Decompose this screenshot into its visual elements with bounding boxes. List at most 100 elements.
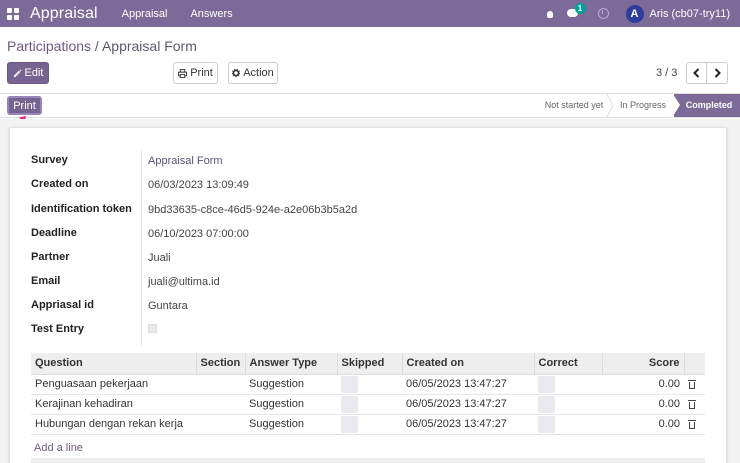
print-status-label: Print [13, 99, 36, 112]
menu-answers[interactable]: Answers [190, 8, 232, 20]
cell-question: Penguasaan pekerjaan [31, 374, 196, 395]
pencil-icon [13, 68, 22, 77]
print-button[interactable]: Print [173, 62, 218, 84]
label-appraisal-id: Appriasal id [31, 299, 94, 311]
cell-answer-type: Suggestion [245, 414, 337, 435]
status-bar: Not started yet In Progress Completed [0, 93, 740, 118]
test-entry-checkbox[interactable] [148, 324, 157, 333]
skipped-checkbox[interactable] [341, 415, 358, 433]
column-skipped[interactable]: Skipped [336, 353, 402, 375]
stage-completed-arrow [673, 94, 680, 116]
correct-checkbox[interactable] [538, 395, 555, 413]
cell-correct [534, 414, 602, 435]
label-survey: Survey [31, 154, 68, 166]
print-button-label: Print [190, 67, 213, 79]
cell-created-on: 06/05/2023 13:47:27 [402, 374, 534, 395]
value-partner: Juali [148, 252, 171, 264]
column-created-on[interactable]: Created on [401, 353, 534, 375]
top-navbar: Appraisal Appraisal Answers 1 A Aris (cb… [0, 0, 740, 27]
stage-in-progress[interactable]: In Progress [613, 94, 673, 117]
label-created-on: Created on [31, 178, 89, 190]
chat-badge: 1 [574, 3, 586, 14]
breadcrumb: Participations / Appraisal Form [7, 38, 197, 54]
cell-delete [684, 374, 705, 395]
avatar[interactable]: A [625, 4, 644, 23]
value-identification-token: 9bd33635-c8ce-46d5-924e-a2e06b3b5a2d [148, 204, 358, 216]
cell-delete [684, 394, 705, 415]
cell-correct [534, 374, 602, 395]
cell-skipped [337, 414, 402, 435]
edit-button[interactable]: Edit [7, 62, 49, 84]
gear-icon [232, 69, 241, 77]
cell-section [196, 374, 245, 395]
table-row[interactable]: Hubungan dengan rekan kerja Suggestion 0… [31, 414, 705, 435]
cell-question: Hubungan dengan rekan kerja [31, 414, 196, 435]
label-deadline: Deadline [31, 227, 77, 239]
column-answer-type[interactable]: Answer Type [244, 353, 337, 375]
add-line-link[interactable]: Add a line [34, 442, 83, 454]
menu-appraisal[interactable]: Appraisal [122, 8, 168, 20]
cell-score: 0.00 [602, 394, 684, 415]
label-email: Email [31, 275, 61, 287]
label-test-entry: Test Entry [31, 323, 84, 335]
cell-question: Kerajinan kehadiran [31, 394, 196, 415]
bug-icon[interactable] [545, 9, 555, 19]
value-deadline: 06/10/2023 07:00:00 [148, 228, 249, 240]
cell-score: 0.00 [602, 374, 684, 395]
cell-section [196, 414, 245, 435]
column-actions [683, 353, 705, 375]
pager-next-button[interactable] [706, 62, 728, 84]
user-name[interactable]: Aris (cb07-try11) [650, 8, 730, 20]
stage-completed[interactable]: Completed [674, 94, 740, 117]
chevron-right-icon [714, 68, 721, 78]
table-header-row: Question Section Answer Type Skipped Cre… [31, 353, 705, 375]
chevron-left-icon [693, 68, 700, 78]
table-row[interactable]: Kerajinan kehadiran Suggestion 06/05/202… [31, 394, 705, 415]
cell-correct [534, 394, 602, 415]
value-survey[interactable]: Appraisal Form [148, 155, 223, 167]
trash-icon[interactable] [688, 379, 696, 389]
value-appraisal-id: Guntara [148, 300, 188, 312]
column-question[interactable]: Question [31, 353, 196, 375]
breadcrumb-separator: / [91, 38, 102, 54]
cell-created-on: 06/05/2023 13:47:27 [402, 394, 534, 415]
edit-button-label: Edit [24, 67, 44, 79]
clock-icon[interactable] [597, 8, 609, 19]
cell-answer-type: Suggestion [245, 394, 337, 415]
cell-answer-type: Suggestion [245, 374, 337, 395]
app-brand[interactable]: Appraisal [30, 5, 98, 23]
answers-table: Question Section Answer Type Skipped Cre… [31, 353, 705, 435]
column-section[interactable]: Section [195, 353, 245, 375]
cell-section [196, 394, 245, 415]
value-email: juali@ultima.id [148, 276, 220, 288]
trash-icon[interactable] [688, 399, 696, 409]
correct-checkbox[interactable] [538, 415, 555, 433]
action-button-label: Action [243, 67, 274, 79]
cell-skipped [337, 394, 402, 415]
column-score[interactable]: Score [601, 353, 684, 375]
breadcrumb-current: Appraisal Form [101, 38, 197, 54]
correct-checkbox[interactable] [538, 375, 555, 393]
stage-not-started[interactable]: Not started yet [541, 94, 607, 117]
cell-delete [684, 414, 705, 435]
field-divider [141, 150, 142, 346]
action-button[interactable]: Action [228, 62, 278, 84]
cell-created-on: 06/05/2023 13:47:27 [402, 414, 534, 435]
pager-value[interactable]: 3 / 3 [656, 67, 677, 79]
value-created-on: 06/03/2023 13:09:49 [148, 179, 249, 191]
skipped-checkbox[interactable] [341, 375, 358, 393]
column-correct[interactable]: Correct [533, 353, 602, 375]
label-partner: Partner [31, 251, 70, 263]
trash-icon[interactable] [688, 419, 696, 429]
printer-icon [178, 68, 188, 78]
chat-icon[interactable]: 1 [566, 3, 586, 19]
label-identification-token: Identification token [31, 203, 132, 215]
pager-previous-button[interactable] [686, 62, 707, 84]
table-footer [31, 458, 705, 463]
skipped-checkbox[interactable] [341, 395, 358, 413]
cell-skipped [337, 374, 402, 395]
breadcrumb-parent[interactable]: Participations [7, 38, 91, 54]
apps-grid-icon[interactable] [7, 7, 19, 20]
cell-score: 0.00 [602, 414, 684, 435]
table-row[interactable]: Penguasaan pekerjaan Suggestion 06/05/20… [31, 374, 705, 395]
